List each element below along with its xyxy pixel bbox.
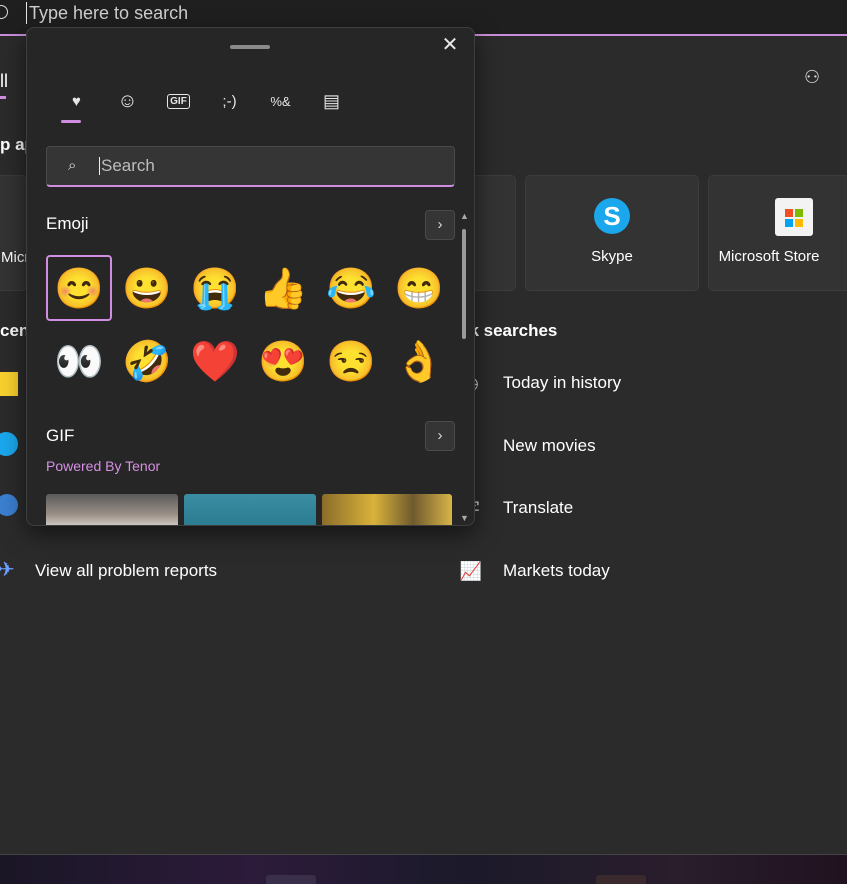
kaomoji-icon: ;-) — [222, 92, 237, 110]
drag-handle[interactable] — [230, 45, 270, 49]
gif-icon: GIF — [167, 93, 190, 109]
clipboard-icon: ▤ — [322, 90, 340, 111]
sticky-notes-icon[interactable] — [0, 372, 18, 396]
problem-reports-icon: ✈ — [0, 559, 15, 581]
powered-by-tenor: Powered By Tenor — [46, 458, 161, 474]
quick-search-item[interactable]: ▯ New movies — [460, 431, 596, 461]
all-tab-fragment[interactable]: ll — [0, 71, 8, 92]
microsoft-store-icon — [775, 198, 813, 236]
emoji-smiley-icon: ☺ — [117, 89, 138, 112]
tab-favorites[interactable]: ♥ — [51, 86, 102, 123]
quick-search-item[interactable]: 字 Translate — [460, 493, 573, 523]
globe-app-icon[interactable] — [0, 494, 18, 516]
quick-search-label: Markets today — [503, 561, 610, 580]
emoji-item[interactable]: 👌 — [386, 328, 452, 394]
taskbar — [0, 854, 847, 884]
tab-symbols[interactable]: %& — [255, 86, 306, 116]
chevron-right-icon: › — [437, 216, 443, 233]
app-tile-partial[interactable]: Micr — [0, 175, 29, 291]
quick-search-label: Translate — [503, 498, 574, 517]
gif-thumbnail[interactable] — [322, 494, 452, 525]
quick-search-label: Today in history — [503, 373, 622, 392]
emoji-picker-tabs: ♥ ☺ GIF ;-) %& ▤ — [51, 86, 357, 123]
gif-thumbnail[interactable] — [46, 494, 178, 525]
gif-section-expand-button[interactable]: › — [425, 421, 455, 451]
tab-clipboard[interactable]: ▤ — [306, 86, 357, 116]
skype-icon[interactable] — [0, 432, 18, 456]
symbols-icon: %& — [270, 93, 291, 109]
emoji-item[interactable]: 🤣 — [114, 328, 180, 394]
emoji-panel-scrollbar[interactable]: ▲ ▼ — [459, 211, 469, 523]
quick-search-item[interactable]: ◷ Today in history — [460, 368, 621, 398]
emoji-item[interactable]: 😭 — [182, 255, 248, 321]
favorites-heart-icon: ♥ — [72, 92, 81, 110]
emoji-item[interactable]: 😂 — [318, 255, 384, 321]
app-tile-label: Microsoft Store — [718, 248, 820, 265]
people-icon[interactable]: ⚇ — [804, 67, 820, 88]
emoji-item[interactable]: ❤️ — [182, 328, 248, 394]
all-tab-underline — [0, 96, 6, 99]
tab-kaomoji[interactable]: ;-) — [204, 86, 255, 116]
close-icon[interactable]: ✕ — [439, 34, 461, 56]
emoji-section-title: Emoji — [46, 214, 89, 233]
taskbar-search-input[interactable]: Type here to search — [26, 2, 188, 24]
emoji-item[interactable]: 😍 — [250, 328, 316, 394]
scroll-down-arrow-icon[interactable]: ▼ — [460, 513, 469, 523]
gif-section-title: GIF — [46, 426, 75, 445]
emoji-item[interactable]: 😀 — [114, 255, 180, 321]
emoji-item[interactable]: 👍 — [250, 255, 316, 321]
emoji-search-placeholder: Search — [99, 156, 155, 175]
tab-emoji[interactable]: ☺ — [102, 86, 153, 116]
emoji-item[interactable]: 😁 — [386, 255, 452, 321]
search-icon — [0, 5, 8, 19]
chart-up-icon: 📈 — [459, 560, 483, 581]
app-tile-microsoft-store[interactable]: Microsoft Store — [708, 175, 847, 291]
scrollbar-thumb[interactable] — [462, 229, 466, 339]
search-icon: ⌕ — [68, 157, 77, 174]
emoji-section-expand-button[interactable]: › — [425, 210, 455, 240]
tab-gif[interactable]: GIF — [153, 86, 204, 116]
emoji-search-input[interactable]: ⌕ Search — [46, 146, 455, 187]
emoji-picker-panel: ✕ ♥ ☺ GIF ;-) %& ▤ ⌕ Search Emoji › 😊 😀 … — [26, 27, 475, 526]
skype-icon: S — [594, 198, 630, 234]
gif-thumbnail[interactable] — [184, 494, 316, 525]
view-all-problem-reports-link[interactable]: View all problem reports — [35, 561, 217, 581]
app-tile-skype[interactable]: S Skype — [525, 175, 699, 291]
emoji-item[interactable]: 😒 — [318, 328, 384, 394]
emoji-item[interactable]: 👀 — [46, 328, 112, 394]
chevron-right-icon: › — [437, 427, 443, 444]
quick-search-label: New movies — [503, 436, 596, 455]
emoji-item[interactable]: 😊 — [46, 255, 112, 321]
app-tile-label: Skype — [591, 248, 633, 265]
quick-search-item[interactable]: 📈 Markets today — [460, 556, 610, 586]
scroll-up-arrow-icon[interactable]: ▲ — [460, 211, 469, 221]
